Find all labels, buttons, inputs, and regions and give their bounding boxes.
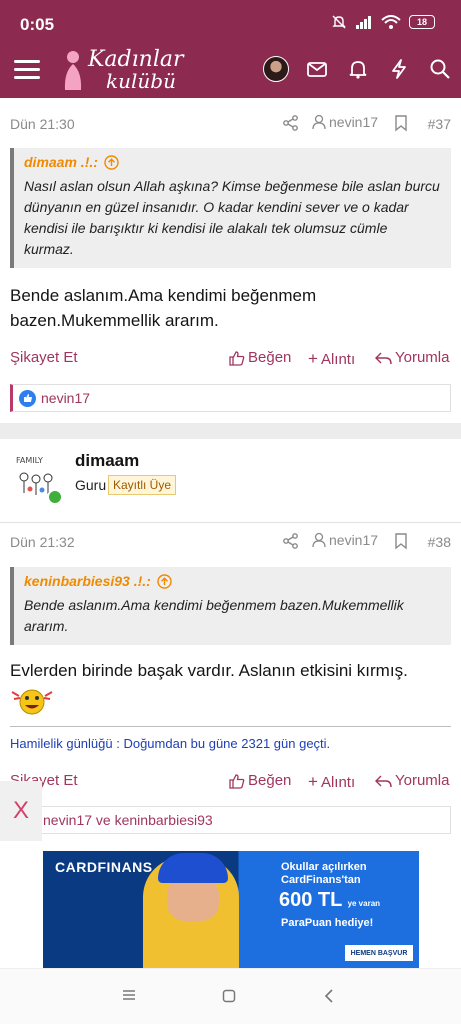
thumbs-up-icon — [229, 773, 245, 789]
plus-icon: + — [308, 772, 318, 791]
quote-text: Nasıl aslan olsun Allah aşkına? Kimse be… — [24, 178, 440, 257]
share-icon[interactable] — [282, 532, 300, 550]
quote-author[interactable]: dimaam .!.: — [24, 154, 441, 170]
search-icon[interactable] — [429, 58, 451, 80]
author-role: Guru — [75, 477, 107, 493]
back-icon[interactable] — [323, 989, 335, 1003]
post-username: nevin17 — [329, 532, 379, 548]
bolt-icon[interactable] — [388, 58, 410, 80]
status-bar: 0:05 18 — [0, 0, 461, 48]
ad-banner[interactable]: CARDFINANS Okullar açılırken CardFinans'… — [43, 851, 419, 968]
quote-button[interactable]: + Alıntı — [308, 772, 355, 792]
quote-block: keninbarbiesi93 .!.: Bende aslanım.Ama k… — [10, 567, 451, 645]
post-actions: Şikayet Et Beğen + Alıntı Yorumla — [10, 348, 451, 370]
likes-bar[interactable]: nevin17 ve keninbarbiesi93 — [10, 806, 451, 834]
woman-silhouette-icon — [64, 51, 82, 90]
ad-amount-row: 600 TL ye varan — [279, 889, 380, 912]
like-label: Beğen — [248, 349, 292, 366]
likers-text: nevin17 — [41, 390, 91, 406]
ad-line1: Okullar açılırken — [281, 861, 367, 873]
separator — [0, 522, 461, 523]
reply-icon — [375, 352, 392, 364]
post-number[interactable]: #37 — [428, 116, 451, 132]
bookmark-icon[interactable] — [394, 532, 408, 550]
author-name[interactable]: dimaam — [75, 451, 139, 471]
arrow-up-circle-icon[interactable] — [104, 154, 119, 170]
post-meta: Dün 21:32 nevin17 #38 — [10, 530, 451, 554]
mute-icon — [332, 15, 346, 29]
ad-close-button[interactable]: X — [0, 781, 42, 841]
like-label: Beğen — [248, 772, 292, 789]
mail-icon[interactable] — [306, 58, 328, 80]
thumbs-up-icon — [229, 350, 245, 366]
quote-label: Alıntı — [320, 350, 356, 368]
post-username: nevin17 — [329, 114, 379, 130]
app-header: Kadınlar kulübü — [0, 47, 461, 98]
online-status-icon — [47, 489, 63, 505]
status-time: 0:05 — [20, 15, 55, 34]
ad-amount: 600 TL — [279, 889, 342, 911]
plus-icon: + — [308, 349, 318, 368]
post-actions: Şikayet Et Beğen + Alıntı Yorumla — [10, 771, 451, 793]
arrow-up-circle-icon[interactable] — [157, 573, 172, 589]
reply-button[interactable]: Yorumla — [375, 349, 449, 366]
quote-author[interactable]: keninbarbiesi93 .!.: — [24, 573, 441, 589]
user-avatar[interactable] — [263, 56, 289, 82]
post-message: Evlerden birinde başak vardır. Aslanın e… — [10, 661, 408, 680]
ad-gift: ParaPuan hediye! — [281, 917, 374, 929]
reply-button[interactable]: Yorumla — [375, 772, 449, 789]
likers-text: nevin17 ve keninbarbiesi93 — [43, 812, 213, 828]
likes-bar[interactable]: nevin17 — [10, 384, 451, 412]
ad-headline: Okullar açılırken CardFinans'tan — [281, 861, 367, 887]
like-button[interactable]: Beğen — [229, 772, 291, 789]
bell-icon[interactable] — [347, 58, 369, 80]
ad-brand: CARDFINANS — [55, 859, 153, 875]
laughing-emoji-icon — [11, 689, 53, 715]
quote-button[interactable]: + Alıntı — [308, 349, 355, 369]
user-signature[interactable]: Hamilelik günlüğü : Doğumdan bu güne 232… — [10, 726, 451, 751]
user-icon — [312, 532, 326, 548]
post-date[interactable]: Dün 21:30 — [10, 116, 75, 132]
signal-icon — [356, 16, 371, 29]
reply-icon — [375, 775, 392, 787]
ad-amount-suffix: ye varan — [347, 899, 381, 908]
svg-text:FAMILY: FAMILY — [16, 456, 43, 465]
site-logo[interactable]: Kadınlar kulübü — [60, 47, 210, 93]
quote-author-name: keninbarbiesi93 .!.: — [24, 573, 151, 589]
like-reaction-icon — [19, 389, 36, 407]
ad-line1b: CardFinans'tan — [281, 874, 361, 886]
reply-label: Yorumla — [395, 772, 450, 789]
quote-author-name: dimaam .!.: — [24, 154, 98, 170]
share-icon[interactable] — [282, 114, 300, 132]
logo-line2: kulübü — [106, 69, 176, 93]
post-number[interactable]: #38 — [428, 534, 451, 550]
quote-block: dimaam .!.: Nasıl aslan olsun Allah aşkı… — [10, 148, 451, 268]
quote-text: Bende aslanım.Ama kendimi beğenmem bazen… — [24, 597, 404, 634]
status-icons: 18 — [331, 14, 435, 30]
like-button[interactable]: Beğen — [229, 349, 291, 366]
reply-label: Yorumla — [395, 349, 450, 366]
ad-cta-button[interactable]: HEMEN BAŞVUR — [345, 945, 413, 961]
menu-icon[interactable] — [14, 56, 42, 84]
post-message: Bende aslanım.Ama kendimi beğenmem bazen… — [10, 286, 317, 330]
battery-icon: 18 — [409, 15, 435, 29]
ad-helmet — [158, 853, 228, 883]
post-user[interactable]: nevin17 — [312, 114, 378, 130]
post-date[interactable]: Dün 21:32 — [10, 534, 75, 550]
quote-label: Alıntı — [320, 773, 356, 791]
member-badge: Kayıtlı Üye — [108, 475, 177, 495]
system-nav-bar — [0, 968, 461, 1024]
post-divider — [0, 423, 461, 439]
user-icon — [312, 114, 326, 130]
report-link[interactable]: Şikayet Et — [10, 349, 78, 366]
post-meta: Dün 21:30 nevin17 #37 — [10, 112, 451, 136]
ad-worker-face — [167, 877, 219, 921]
recent-apps-icon[interactable] — [122, 989, 136, 1001]
post-user[interactable]: nevin17 — [312, 532, 378, 548]
wifi-icon — [381, 15, 401, 29]
home-icon[interactable] — [222, 989, 236, 1003]
bookmark-icon[interactable] — [394, 114, 408, 132]
